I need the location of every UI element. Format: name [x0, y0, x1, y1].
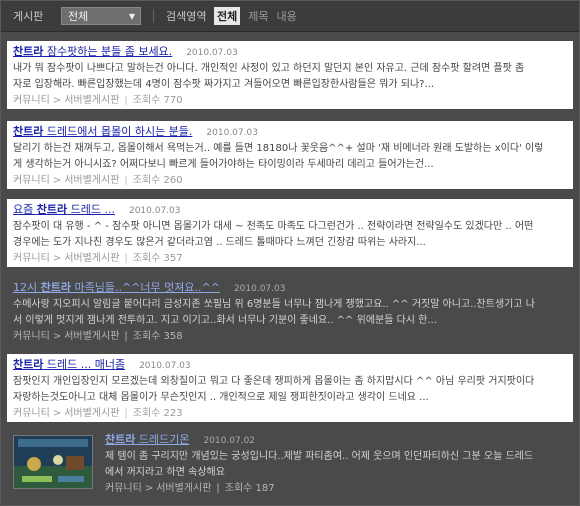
result-snippet-line: 잠수팟이 대 유행 - ^ - 잠수팟 아니면 몹몰기가 대세 ~ 천족도 마족… — [13, 221, 534, 232]
title-keyword: 찬트라 — [105, 433, 136, 446]
community-link[interactable]: 커뮤니티 — [13, 331, 50, 342]
meta-divider: | — [124, 331, 128, 342]
filter-divider — [153, 9, 154, 23]
community-link[interactable]: 커뮤니티 — [13, 95, 50, 106]
chevron-down-icon: ▼ — [128, 11, 135, 21]
meta-divider: | — [124, 95, 128, 106]
community-link[interactable]: 커뮤니티 — [105, 483, 142, 494]
title-text: 드레드 ... 매너좀 — [43, 358, 126, 371]
result-snippet-line: 달리기 하는건 재껴두고, 몹몰이해서 욕먹는거.. 예를 들면 18180나 … — [13, 143, 544, 154]
view-count: 조회수 223 — [132, 408, 183, 419]
title-text: 드레드기온 — [135, 433, 190, 446]
result-meta: 커뮤니티 > 서버별게시판 | 조회수 187 — [105, 481, 565, 497]
result-meta: 커뮤니티 > 서버별게시판 | 조회수 357 — [13, 251, 565, 267]
result-title-link[interactable]: 찬트라 잠수팟하는 분들 좀 보세요. — [13, 44, 172, 60]
title-keyword: 찬트라 — [40, 281, 71, 294]
title-text: 12시 — [13, 281, 41, 294]
list-item: 찬트라 드레드에서 몹몰이 하시는 분들. 2010.07.03 달리기 하는건… — [7, 121, 573, 189]
board-link[interactable]: 서버별게시판 — [64, 331, 119, 342]
title-keyword: 찬트라 — [13, 358, 44, 371]
result-snippet-line: 서 이렇게 멋지게 잼나게 전투하고. 지고 이기고..화서 너무나 기분이 좋… — [13, 315, 437, 326]
board-select[interactable]: 전체 ▼ — [61, 7, 141, 25]
game-scene-icon — [14, 436, 92, 488]
title-text: 드레드 ... — [67, 203, 115, 216]
board-select-value: 전체 — [68, 10, 89, 23]
result-title-link[interactable]: 찬트라 드레드 ... 매너좀 — [13, 357, 125, 373]
search-results-panel: 게시판 전체 ▼ 검색영역 전체 제목 내용 찬트라 잠수팟하는 분들 좀 보세… — [0, 0, 580, 506]
result-title-link[interactable]: 요즘 찬트라 드레드 ... — [13, 202, 115, 218]
result-snippet-line: 잠팟인지 개인입장인지 모르겠는데 외창질이고 뭐고 다 좋은데 쟁피하게 몹몰… — [13, 376, 535, 387]
list-item: 요즘 찬트라 드레드 ... 2010.07.03 잠수팟이 대 유행 - ^ … — [7, 199, 573, 267]
result-snippet-line: 게 생각하는거 아니시죠? 어쩌다보니 빠르게 들어가야하는 타이밍이라 두세마… — [13, 159, 434, 170]
board-link[interactable]: 서버별게시판 — [64, 253, 119, 264]
result-snippet-line: 수메사랑 지오피시 알림글 붙어다리 금성지존 쏘필님 위 6명분들 너무나 잼… — [13, 299, 535, 310]
result-date: 2010.07.03 — [139, 361, 191, 371]
breadcrumb-separator: > — [52, 95, 62, 106]
scope-option-title[interactable]: 제목 — [248, 8, 268, 24]
breadcrumb-separator: > — [52, 175, 62, 186]
result-snippet-line: 제 템이 좀 구리지만 개념있는 궁성입니다..제발 파티좀여.. 어제 웃으며… — [105, 451, 534, 462]
view-count: 조회수 357 — [132, 253, 183, 264]
scope-filter-label: 검색영역 — [166, 10, 207, 23]
board-link[interactable]: 서버별게시판 — [64, 95, 119, 106]
title-text: 마족님들..^^너무 멋져요..^^ — [71, 281, 220, 294]
meta-divider: | — [124, 253, 128, 264]
title-text: 드레드에서 몹몰이 하시는 분들. — [43, 125, 193, 138]
meta-divider: | — [124, 175, 128, 186]
thumbnail-image[interactable] — [13, 435, 93, 489]
result-date: 2010.07.02 — [203, 436, 256, 446]
title-keyword: 찬트라 — [36, 203, 68, 216]
meta-divider: | — [124, 408, 128, 419]
board-link[interactable]: 서버별게시판 — [156, 483, 211, 494]
result-meta: 커뮤니티 > 서버별게시판 | 조회수 223 — [13, 406, 565, 422]
scope-option-all[interactable]: 전체 — [214, 7, 241, 25]
result-snippet-line: 경우에는 도가 지나친 경우도 많은거 같더라고염 .. 드레드 톨때마다 느껴… — [13, 237, 426, 248]
result-snippet-line: 내가 뭐 잠수팟이 나쁘다고 말하는건 아니다. 개인적인 사정이 있고 하던지… — [13, 63, 525, 74]
board-link[interactable]: 서버별게시판 — [64, 408, 119, 419]
result-title-link[interactable]: 찬트라 드레드기온 — [105, 432, 189, 448]
result-date: 2010.07.03 — [186, 48, 238, 58]
view-count: 조회수 358 — [132, 331, 183, 342]
list-item: 찬트라 드레드기온 2010.07.02 제 템이 좀 구리지만 개념있는 궁성… — [7, 429, 573, 501]
result-meta: 커뮤니티 > 서버별게시판 | 조회수 770 — [13, 93, 565, 109]
board-filter-label: 게시판 — [13, 10, 44, 23]
view-count: 조회수 770 — [132, 95, 183, 106]
scope-option-content[interactable]: 내용 — [277, 8, 297, 24]
result-title-link[interactable]: 12시 찬트라 마족님들..^^너무 멋져요..^^ — [13, 280, 220, 296]
list-item: 찬트라 잠수팟하는 분들 좀 보세요. 2010.07.03 내가 뭐 잠수팟이… — [7, 41, 573, 109]
breadcrumb-separator: > — [144, 483, 154, 494]
result-date: 2010.07.03 — [233, 284, 286, 294]
breadcrumb-separator: > — [52, 331, 62, 342]
result-title-link[interactable]: 찬트라 드레드에서 몹몰이 하시는 분들. — [13, 124, 192, 140]
title-text: 요즘 — [13, 203, 37, 216]
title-keyword: 찬트라 — [13, 45, 44, 58]
breadcrumb-separator: > — [52, 253, 62, 264]
breadcrumb-separator: > — [52, 408, 62, 419]
list-item: 찬트라 드레드 ... 매너좀 2010.07.03 잠팟인지 개인입장인지 모… — [7, 354, 573, 422]
result-meta: 커뮤니티 > 서버별게시판 | 조회수 358 — [13, 329, 565, 345]
search-filter-bar: 게시판 전체 ▼ 검색영역 전체 제목 내용 — [1, 1, 579, 32]
result-date: 2010.07.03 — [128, 206, 181, 216]
view-count: 조회수 187 — [224, 483, 275, 494]
community-link[interactable]: 커뮤니티 — [13, 253, 50, 264]
result-meta: 커뮤니티 > 서버별게시판 | 조회수 260 — [13, 173, 565, 189]
result-snippet-line: 자랑하는것도아니고 대체 몹몰이가 무슨짓인지 .. 개인적으로 제일 쟁피한짓… — [13, 392, 429, 403]
list-item: 12시 찬트라 마족님들..^^너무 멋져요..^^ 2010.07.03 수메… — [7, 277, 573, 345]
meta-divider: | — [216, 483, 220, 494]
result-snippet-line: 자로 입장해라. 빠른입장했는데 4명이 잠수팟 짜가지고 겨들어오면 빠른입장… — [13, 79, 434, 90]
result-date: 2010.07.03 — [206, 128, 258, 138]
result-snippet-line: 에서 꺼지라고 하면 속상해요 — [105, 467, 225, 478]
title-text: 잠수팟하는 분들 좀 보세요. — [43, 45, 173, 58]
view-count: 조회수 260 — [132, 175, 183, 186]
community-link[interactable]: 커뮤니티 — [13, 408, 50, 419]
community-link[interactable]: 커뮤니티 — [13, 175, 50, 186]
title-keyword: 찬트라 — [13, 125, 44, 138]
board-link[interactable]: 서버별게시판 — [64, 175, 119, 186]
